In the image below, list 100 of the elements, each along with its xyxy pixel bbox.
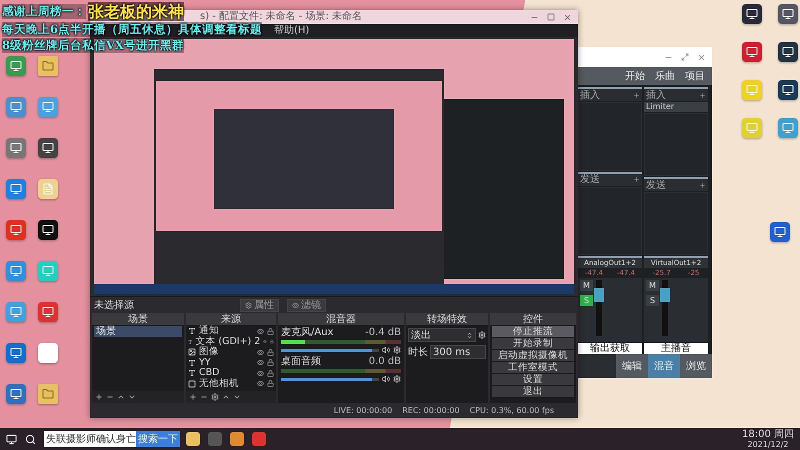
control-button[interactable]: 工作室模式 [492, 362, 574, 373]
clock-date: 2021/12/2 [747, 440, 789, 448]
app-icon[interactable] [778, 42, 798, 62]
move-up-icon[interactable] [222, 393, 230, 401]
eye-icon[interactable] [257, 348, 264, 356]
lock-icon[interactable] [267, 359, 274, 366]
scene-item[interactable]: 场景 [94, 326, 182, 337]
toolbar-button[interactable]: 开始 [622, 70, 648, 82]
solo-button[interactable]: S [646, 295, 659, 306]
search-icon[interactable] [25, 434, 36, 444]
doc-icon[interactable] [38, 343, 58, 363]
volume-slider[interactable] [281, 348, 379, 352]
camera-source-icon [188, 380, 196, 388]
eye-icon[interactable] [257, 359, 264, 366]
eye-icon[interactable] [263, 338, 268, 346]
output-label: 主播音 [644, 343, 708, 354]
volume-slider[interactable] [281, 378, 379, 380]
move-down-icon[interactable] [128, 393, 136, 401]
dock-title: 混音器 [278, 313, 404, 325]
toolbar-button[interactable]: 项目 [682, 70, 708, 82]
settings-icon[interactable] [211, 393, 219, 401]
insert-item[interactable]: Limiter [644, 102, 708, 112]
settings-icon [245, 302, 252, 308]
lock-icon[interactable] [267, 328, 274, 335]
eye-icon[interactable] [257, 370, 264, 377]
source-item[interactable]: 文本 (GDI+) 2 [195, 336, 260, 347]
move-up-icon[interactable] [117, 393, 125, 401]
send-label: 发送 [646, 180, 666, 190]
start-icon[interactable] [6, 434, 17, 444]
eye-icon[interactable] [257, 380, 264, 388]
close-icon[interactable] [697, 52, 706, 62]
channel-name: 麦克风/Aux [281, 327, 334, 338]
search-field[interactable]: 失联摄影师确认身亡 搜索一下 [44, 431, 178, 447]
volume-fader[interactable] [662, 280, 668, 336]
overlay-text: 感谢上周榜一： [2, 4, 86, 19]
app-icon[interactable] [38, 138, 58, 158]
source-bar-button[interactable]: 属性 [240, 298, 279, 312]
insert-label: 插入 [580, 90, 600, 100]
control-button[interactable]: 退出 [492, 386, 574, 397]
dock-title: 控件 [490, 313, 576, 325]
settings-icon[interactable] [393, 375, 401, 383]
speaker-icon[interactable] [382, 346, 390, 354]
add-icon[interactable] [699, 92, 706, 98]
toolbar-button[interactable]: 乐曲 [652, 70, 678, 82]
app-icon[interactable] [230, 432, 244, 446]
duration-field[interactable]: 300 ms [430, 345, 486, 359]
view-tab[interactable]: 混音 [648, 354, 680, 378]
no-source-selected-label: 未选择源 [94, 300, 134, 310]
source-item[interactable]: YY [199, 358, 254, 368]
maximize-icon[interactable] [547, 13, 555, 21]
lock-icon[interactable] [267, 370, 274, 377]
lock-icon[interactable] [267, 380, 274, 388]
view-tab[interactable]: 浏览 [680, 354, 712, 378]
folder-icon[interactable] [186, 432, 200, 446]
add-icon[interactable] [633, 92, 640, 98]
control-button[interactable]: 停止推流 [492, 326, 574, 337]
insert-label: 插入 [646, 90, 666, 100]
doc-icon[interactable] [38, 179, 58, 199]
app-icon[interactable] [742, 4, 762, 24]
view-tab[interactable]: 编辑 [616, 354, 648, 378]
app-icon[interactable] [778, 80, 798, 100]
dock-title: 场景 [92, 313, 184, 325]
eye-icon[interactable] [257, 328, 264, 335]
dock-title: 来源 [186, 313, 276, 325]
move-down-icon[interactable] [233, 393, 241, 401]
clock-time: 18:00 周四 [742, 430, 794, 440]
transition-select[interactable]: 淡出 [408, 328, 476, 342]
source-bar-button[interactable]: 滤镜 [287, 298, 326, 312]
source-item[interactable]: CBD [199, 368, 254, 378]
lock-icon[interactable] [270, 338, 274, 346]
add-icon[interactable] [699, 182, 706, 188]
add-icon[interactable] [633, 176, 640, 183]
add-icon[interactable] [95, 393, 103, 401]
text-source-icon [188, 358, 196, 367]
app-icon[interactable] [38, 220, 58, 240]
menu-item[interactable]: 帮助(H) [274, 24, 310, 36]
mute-button[interactable]: M [646, 280, 659, 291]
search-button[interactable]: 搜索一下 [136, 431, 180, 447]
maximize-icon[interactable] [681, 53, 689, 61]
channel-reading: -0.4 dB [365, 327, 401, 338]
live-status: LIVE: 00:00:00 [334, 404, 392, 416]
control-button[interactable]: 开始录制 [492, 338, 574, 349]
volume-fader[interactable] [596, 280, 602, 336]
mute-button[interactable]: M [580, 280, 593, 291]
duration-label: 时长 [408, 346, 428, 358]
source-item[interactable]: 通知 [199, 326, 254, 336]
source-item[interactable]: 图像 [199, 347, 254, 358]
text-source-icon [188, 327, 196, 336]
speaker-icon[interactable] [382, 375, 390, 383]
lock-icon[interactable] [267, 348, 274, 356]
settings-icon[interactable] [478, 331, 486, 339]
app-icon[interactable] [778, 4, 798, 24]
settings-icon[interactable] [393, 346, 401, 354]
text-source-icon [188, 369, 196, 378]
add-icon[interactable] [189, 393, 197, 401]
control-button[interactable]: 设置 [492, 374, 574, 385]
text-source-icon [188, 338, 192, 346]
source-item[interactable]: 无他相机 [199, 378, 254, 389]
close-icon[interactable] [563, 12, 572, 22]
control-button[interactable]: 启动虚拟摄像机 [492, 350, 574, 361]
